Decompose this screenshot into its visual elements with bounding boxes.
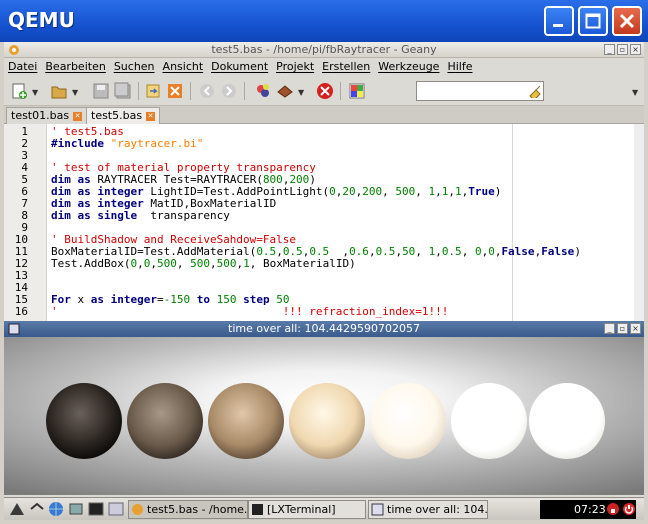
build-dropdown-icon[interactable]: ▼	[298, 88, 304, 97]
render-minimize-button[interactable]: _	[604, 323, 615, 334]
sphere	[529, 383, 605, 459]
render-maximize-button[interactable]: ▫	[617, 323, 628, 334]
workspace-icon[interactable]	[108, 501, 124, 517]
build-icon[interactable]	[276, 82, 294, 100]
code-line[interactable]: dim as single transparency	[51, 209, 230, 222]
menu-datei[interactable]: Datei	[4, 58, 41, 73]
minimize-button[interactable]	[544, 6, 574, 36]
geany-window-title: test5.bas - /home/pi/fbRaytracer - Geany	[211, 43, 437, 56]
code-editor[interactable]: ' test5.bas #include "raytracer.bi" ' test…	[4, 124, 644, 321]
geany-task-icon	[132, 504, 143, 515]
start-menu-icon[interactable]	[8, 501, 26, 517]
close-file-icon[interactable]	[166, 82, 184, 100]
open-file-dropdown-icon[interactable]: ▼	[72, 88, 78, 97]
terminal-icon[interactable]	[88, 501, 104, 517]
toolbar-overflow-icon[interactable]: ▼	[632, 88, 638, 97]
render-close-button[interactable]: ×	[630, 323, 641, 334]
code-line[interactable]: ' !!! refraction_index=1!!!	[51, 305, 448, 318]
menu-projekt[interactable]: Projekt	[272, 58, 318, 73]
document-tabs: test01.bas ✕ test5.bas ✕	[4, 106, 644, 124]
menu-hilfe[interactable]: Hilfe	[443, 58, 476, 73]
sphere	[451, 383, 527, 459]
geany-title-bar[interactable]: test5.bas - /home/pi/fbRaytracer - Geany…	[4, 42, 644, 58]
show-desktop-icon[interactable]	[30, 502, 44, 516]
task-lxterminal[interactable]: [LXTerminal]	[248, 500, 366, 519]
search-input[interactable]	[416, 81, 544, 101]
save-all-icon[interactable]	[114, 82, 132, 100]
new-file-dropdown-icon[interactable]: ▼	[32, 88, 38, 97]
long-line-marker	[512, 124, 513, 321]
qemu-title-bar[interactable]: QEMU	[0, 0, 648, 42]
color-chooser-icon[interactable]	[348, 82, 366, 100]
geany-minimize-button[interactable]: _	[604, 44, 615, 55]
close-icon	[619, 13, 635, 29]
tab-close-icon[interactable]: ✕	[146, 111, 156, 121]
render-image	[4, 337, 644, 495]
reload-icon[interactable]	[144, 82, 162, 100]
sphere	[208, 383, 284, 459]
browser-icon[interactable]	[48, 501, 64, 517]
lock-screen-icon[interactable]	[606, 502, 620, 516]
maximize-button[interactable]	[578, 6, 608, 36]
tab-label: test5.bas	[91, 109, 143, 122]
task-label: [LXTerminal]	[267, 503, 336, 516]
close-button[interactable]	[612, 6, 642, 36]
minimize-icon	[553, 24, 563, 27]
tab-test01[interactable]: test01.bas ✕	[6, 107, 88, 124]
qemu-title: QEMU	[8, 8, 75, 32]
toolbar: ▼ ▼ ▼ ▼	[4, 76, 644, 106]
task-render-window[interactable]: time over all: 104...	[368, 500, 488, 519]
system-tray: 07:23	[540, 500, 636, 519]
new-file-icon[interactable]	[10, 82, 28, 100]
sphere	[127, 383, 203, 459]
compile-icon[interactable]	[254, 82, 272, 100]
render-window-title: time over all: 104.4429590702057	[228, 322, 420, 335]
geany-close-button[interactable]: ×	[630, 44, 641, 55]
menu-bearbeiten[interactable]: Bearbeiten	[41, 58, 109, 73]
window-task-icon	[371, 503, 384, 516]
menu-ansicht[interactable]: Ansicht	[159, 58, 208, 73]
menu-bar: Datei Bearbeiten Suchen Ansicht Dokument Proj…	[4, 58, 644, 76]
sphere	[370, 383, 446, 459]
editor-scrollbar[interactable]	[634, 124, 644, 321]
menu-erstellen[interactable]: Erstellen	[318, 58, 374, 73]
code-line[interactable]: #include "raytracer.bi"	[51, 137, 203, 150]
menu-werkzeuge[interactable]: Werkzeuge	[374, 58, 443, 73]
forward-icon[interactable]	[220, 82, 238, 100]
clear-search-icon[interactable]	[528, 84, 542, 98]
tab-close-icon[interactable]: ✕	[73, 111, 83, 121]
menu-suchen[interactable]: Suchen	[110, 58, 159, 73]
toolbar-separator	[190, 82, 191, 100]
guest-desktop: test5.bas - /home/pi/fbRaytracer - Geany…	[4, 42, 644, 520]
geany-maximize-button[interactable]: ▫	[617, 44, 628, 55]
tab-test5[interactable]: test5.bas ✕	[86, 107, 161, 124]
task-label: test5.bas - /home...	[147, 503, 248, 516]
stop-icon[interactable]	[316, 82, 334, 100]
task-label: time over all: 104...	[387, 503, 488, 516]
toolbar-separator	[244, 82, 245, 100]
taskbar: test5.bas - /home... [LXTerminal] time o…	[4, 497, 644, 520]
open-file-icon[interactable]	[50, 82, 68, 100]
tab-label: test01.bas	[11, 109, 70, 122]
task-geany[interactable]: test5.bas - /home...	[128, 500, 248, 519]
raytracer-render-output	[4, 337, 644, 495]
render-window-title-bar[interactable]: time over all: 104.4429590702057 _ ▫ ×	[4, 321, 644, 337]
file-manager-icon[interactable]	[68, 501, 84, 517]
terminal-task-icon	[252, 504, 263, 515]
code-line[interactable]: Test.AddBox(0,0,500, 500,500,1, BoxMater…	[51, 257, 356, 270]
save-icon[interactable]	[92, 82, 110, 100]
back-icon[interactable]	[198, 82, 216, 100]
line-number: 16	[14, 305, 28, 318]
toolbar-separator	[340, 82, 341, 100]
maximize-icon	[585, 13, 601, 29]
sphere	[289, 383, 365, 459]
shutdown-icon[interactable]	[622, 502, 636, 516]
sphere	[46, 383, 122, 459]
menu-dokument[interactable]: Dokument	[207, 58, 272, 73]
clock[interactable]: 07:23	[574, 503, 606, 516]
toolbar-separator	[138, 82, 139, 100]
